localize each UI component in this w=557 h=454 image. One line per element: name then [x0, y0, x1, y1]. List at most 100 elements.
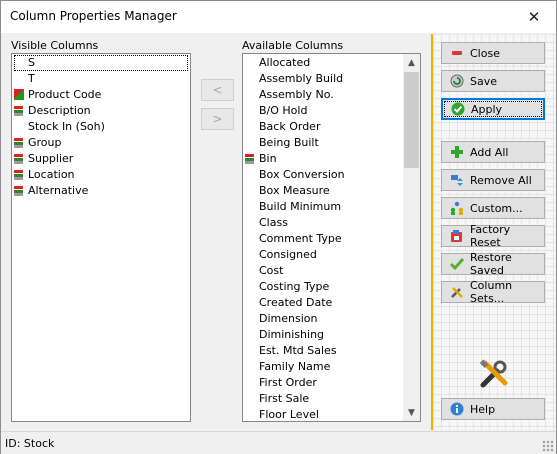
visible-column-item[interactable]: T [12, 71, 172, 87]
available-column-item[interactable]: Diminishing [243, 327, 403, 343]
available-column-item[interactable]: Cost [243, 263, 403, 279]
available-column-item[interactable]: B/O Hold [243, 103, 403, 119]
visible-column-item[interactable]: Group [12, 135, 172, 151]
available-column-item[interactable]: First Sale [243, 391, 403, 407]
column-sets-button-label: Column Sets... [470, 279, 513, 305]
visible-column-item[interactable]: Stock In (Soh) [12, 119, 172, 135]
checkmark-circle-icon [451, 102, 465, 116]
tools-decoration-icon [479, 359, 509, 389]
available-column-item-label: Box Conversion [259, 168, 345, 181]
scroll-up-icon[interactable]: ▲ [403, 54, 420, 71]
available-column-item-label: Assembly Build [259, 72, 344, 85]
available-column-item[interactable]: Build Minimum [243, 199, 403, 215]
available-column-item-label: Cost [259, 264, 284, 277]
restore-saved-button[interactable]: Restore Saved [441, 251, 545, 277]
available-column-item-label: Class [259, 216, 288, 229]
available-column-item[interactable]: Assembly No. [243, 87, 403, 103]
available-column-item-label: First Order [259, 376, 317, 389]
custom-users-icon [450, 201, 464, 215]
available-column-item-label: Dimension [259, 312, 318, 325]
visible-column-item-label: Supplier [28, 152, 74, 165]
available-column-item[interactable]: Assembly Build [243, 71, 403, 87]
available-column-item[interactable]: Family Name [243, 359, 403, 375]
available-column-item[interactable]: Allocated [243, 55, 403, 71]
visible-column-item-label: Description [28, 104, 91, 117]
available-column-item-label: Assembly No. [259, 88, 334, 101]
apply-button[interactable]: Apply [441, 98, 545, 120]
available-list-scrollbar[interactable]: ▲ ▼ [403, 54, 420, 421]
close-button[interactable]: Close [441, 42, 545, 64]
resize-grip-icon[interactable] [542, 440, 554, 452]
text-field-icon [14, 170, 23, 180]
available-column-item-label: B/O Hold [259, 104, 308, 117]
available-column-item[interactable]: Comment Type [243, 231, 403, 247]
available-columns-list[interactable]: ▲ ▼ Allocated Assembly Build Assembly No. B… [242, 53, 421, 422]
text-field-icon [245, 154, 254, 164]
available-column-item[interactable]: Floor Level [243, 407, 403, 421]
visible-column-item-label: Product Code [28, 88, 102, 101]
available-columns-label: Available Columns [242, 39, 344, 52]
available-column-item-label: First Sale [259, 392, 310, 405]
move-left-button[interactable]: < [201, 79, 234, 101]
remove-all-button[interactable]: Remove All [441, 169, 545, 191]
available-column-item-label: Family Name [259, 360, 331, 373]
visible-columns-list[interactable]: S T Product Code Description Stock In (Soh) G… [11, 53, 191, 422]
visible-column-item[interactable]: Description [12, 103, 172, 119]
visible-column-item-label: T [28, 72, 35, 85]
close-minus-icon [450, 46, 464, 60]
visible-column-item[interactable]: Product Code [12, 87, 172, 103]
text-field-icon [14, 138, 23, 148]
available-column-item[interactable]: Box Conversion [243, 167, 403, 183]
custom-button-label: Custom... [470, 201, 523, 215]
visible-columns-label: Visible Columns [11, 39, 99, 52]
visible-column-item-label: Stock In (Soh) [28, 120, 105, 133]
column-sets-button[interactable]: Column Sets... [441, 279, 545, 305]
save-button-label: Save [470, 74, 498, 88]
add-all-button[interactable]: Add All [441, 141, 545, 163]
available-column-item-label: Consigned [259, 248, 317, 261]
visible-column-item-label: Group [28, 136, 62, 149]
factory-reset-button[interactable]: Factory Reset [441, 223, 545, 249]
available-column-item[interactable]: Dimension [243, 311, 403, 327]
help-button[interactable]: Help [441, 398, 545, 420]
visible-column-item[interactable]: S [12, 55, 172, 71]
available-column-item[interactable]: Consigned [243, 247, 403, 263]
title-bar: Column Properties Manager ✕ [1, 1, 556, 33]
available-column-item[interactable]: Box Measure [243, 183, 403, 199]
available-column-item[interactable]: Costing Type [243, 279, 403, 295]
available-column-item[interactable]: Created Date [243, 295, 403, 311]
window-close-icon[interactable]: ✕ [512, 1, 556, 32]
available-column-item-label: Costing Type [259, 280, 330, 293]
available-column-item-label: Diminishing [259, 328, 325, 341]
save-button[interactable]: Save [441, 70, 545, 92]
available-column-item-label: Allocated [259, 56, 311, 69]
available-column-item[interactable]: Being Built [243, 135, 403, 151]
factory-reset-icon [450, 229, 464, 243]
available-column-item[interactable]: First Order [243, 375, 403, 391]
plus-icon [450, 145, 464, 159]
available-column-item[interactable]: Bin [243, 151, 403, 167]
visible-column-item[interactable]: Location [12, 167, 172, 183]
available-column-item-label: Floor Level [259, 408, 319, 421]
remove-arrows-icon [450, 173, 464, 187]
available-column-item[interactable]: Est. Mtd Sales [243, 343, 403, 359]
available-column-item-label: Created Date [259, 296, 333, 309]
key-field-icon [14, 89, 24, 100]
scroll-down-icon[interactable]: ▼ [403, 404, 420, 421]
visible-column-item[interactable]: Alternative [12, 183, 172, 199]
text-field-icon [14, 186, 23, 196]
available-column-item-label: Comment Type [259, 232, 342, 245]
text-field-icon [14, 154, 23, 164]
visible-column-item-label: Alternative [28, 184, 89, 197]
available-column-item-label: Back Order [259, 120, 321, 133]
status-bar: ID: Stock [1, 431, 556, 454]
scroll-thumb[interactable] [404, 72, 419, 168]
custom-button[interactable]: Custom... [441, 197, 545, 219]
apply-button-label: Apply [471, 102, 503, 116]
move-right-button[interactable]: > [201, 108, 234, 130]
visible-column-item[interactable]: Supplier [12, 151, 172, 167]
available-column-item-label: Build Minimum [259, 200, 342, 213]
help-button-label: Help [470, 402, 496, 416]
available-column-item[interactable]: Back Order [243, 119, 403, 135]
available-column-item[interactable]: Class [243, 215, 403, 231]
